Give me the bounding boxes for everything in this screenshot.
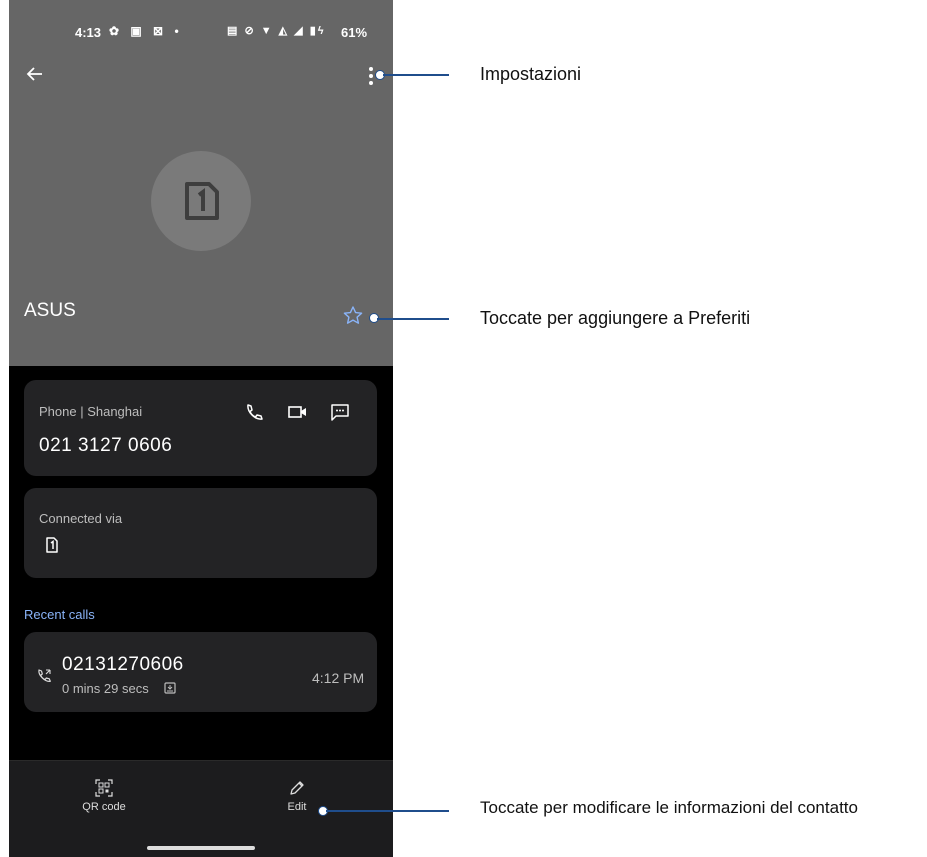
back-arrow-icon[interactable] [26, 62, 54, 90]
system-icons: ▤ ⊘ ▼ ◭ ◢ ▮ϟ [227, 25, 326, 37]
recent-call-time: 4:12 PM [312, 670, 365, 686]
phone-label: Phone | Shanghai [39, 404, 143, 419]
recent-call-number: 02131270606 [62, 654, 184, 675]
status-bar: 4:13 ✿ ▣ ⊠ • ▤ ⊘ ▼ ◭ ◢ ▮ϟ 61% [9, 24, 393, 44]
pencil-icon [290, 781, 304, 795]
phone-screen: 4:13 ✿ ▣ ⊠ • ▤ ⊘ ▼ ◭ ◢ ▮ϟ 61% ASUS Phone… [9, 0, 393, 857]
connected-via-card: Connected via [24, 488, 377, 578]
notification-icons: ✿ ▣ ⊠ • [109, 24, 183, 38]
video-call-icon[interactable] [287, 402, 311, 424]
qr-code-icon [95, 779, 113, 797]
recent-call-duration: 0 mins 29 secs [62, 681, 149, 696]
contact-header: 4:13 ✿ ▣ ⊠ • ▤ ⊘ ▼ ◭ ◢ ▮ϟ 61% ASUS [9, 0, 393, 366]
recent-calls-title: Recent calls [24, 607, 95, 622]
callout-line-edit [326, 810, 449, 812]
edit-label: Edit [287, 801, 307, 813]
sim-icon [44, 536, 60, 559]
qr-code-button[interactable]: QR code [59, 779, 149, 829]
message-icon[interactable] [329, 402, 353, 424]
battery-percent: 61% [341, 25, 368, 40]
contact-avatar [151, 151, 251, 251]
callout-line-settings [383, 74, 449, 76]
recording-icon [164, 681, 176, 699]
qr-code-label: QR code [82, 801, 126, 813]
recent-call-item[interactable]: 02131270606 0 mins 29 secs 4:12 PM [24, 632, 377, 712]
contact-name: ASUS [24, 300, 76, 321]
status-time: 4:13 [75, 25, 102, 40]
bottom-action-bar: QR code Edit [9, 760, 393, 857]
favorite-star-icon[interactable] [342, 305, 364, 327]
call-icon[interactable] [244, 402, 268, 424]
callout-settings: Impostazioni [480, 64, 582, 84]
callout-favorite: Toccate per aggiungere a Preferiti [480, 308, 751, 328]
home-indicator[interactable] [147, 846, 255, 850]
connected-via-label: Connected via [39, 511, 123, 526]
phone-card[interactable]: Phone | Shanghai 021 3127 0606 [24, 380, 377, 476]
phone-number: 021 3127 0606 [39, 435, 173, 456]
sim-icon [185, 182, 219, 220]
incoming-call-icon [36, 668, 52, 689]
edit-button[interactable]: Edit [252, 779, 342, 829]
callout-line-favorite [377, 318, 449, 320]
callout-edit: Toccate per modificare le informazioni d… [480, 798, 858, 817]
